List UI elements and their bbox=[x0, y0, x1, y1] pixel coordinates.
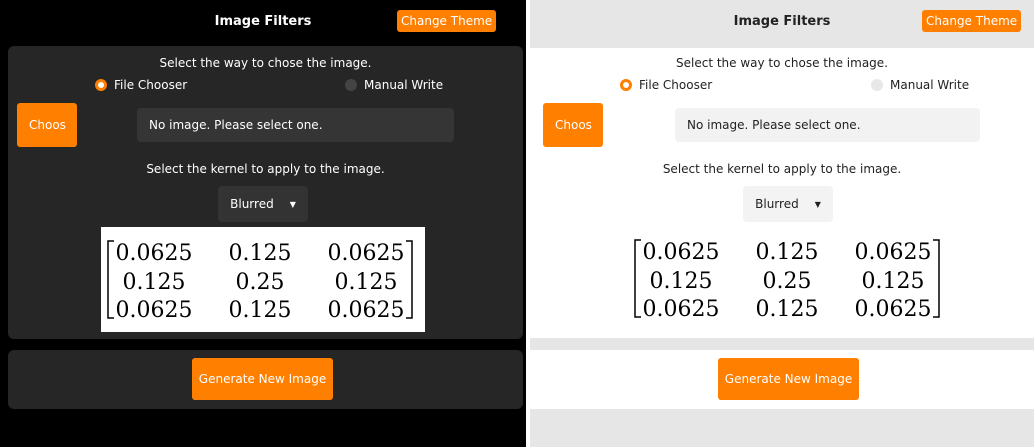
matrix-cell: 0.125 bbox=[862, 269, 925, 294]
kernel-prompt: Select the kernel to apply to the image. bbox=[146, 162, 385, 176]
kernel-select[interactable]: Blurred ▼ bbox=[743, 186, 833, 222]
image-selection-card: Select the way to chose the image. File … bbox=[530, 48, 1034, 338]
matrix-cell: 0.125 bbox=[756, 297, 819, 322]
choose-file-button[interactable]: Choos bbox=[543, 103, 603, 147]
matrix-cell: 0.0625 bbox=[116, 241, 193, 266]
file-status-field: No image. Please select one. bbox=[675, 108, 980, 142]
left-bracket bbox=[634, 239, 641, 318]
matrix-cell: 0.125 bbox=[650, 269, 713, 294]
matrix-cell: 0.0625 bbox=[855, 240, 932, 265]
image-selection-card: Select the way to chose the image. File … bbox=[8, 46, 523, 339]
matrix-cell: 0.125 bbox=[229, 298, 292, 323]
matrix-cell: 0.0625 bbox=[116, 298, 193, 323]
matrix-cell: 0.125 bbox=[756, 240, 819, 265]
radio-label: Manual Write bbox=[364, 78, 444, 92]
radio-file-chooser[interactable]: File Chooser bbox=[95, 78, 187, 92]
change-theme-button[interactable]: Change Theme bbox=[397, 10, 497, 32]
light-theme-panel: Image Filters Change Theme Select the wa… bbox=[530, 0, 1034, 447]
radio-selected-icon bbox=[95, 79, 107, 91]
matrix-cell: 0.0625 bbox=[328, 241, 405, 266]
matrix-cell: 0.125 bbox=[123, 270, 186, 295]
dark-theme-panel: Image Filters Change Theme Select the wa… bbox=[0, 0, 526, 447]
kernel-select[interactable]: Blurred ▼ bbox=[218, 186, 308, 222]
radio-unselected-icon bbox=[871, 79, 883, 91]
matrix-cell: 0.25 bbox=[236, 270, 285, 295]
kernel-select-value: Blurred bbox=[755, 197, 799, 211]
left-bracket bbox=[107, 240, 114, 319]
source-prompt: Select the way to chose the image. bbox=[159, 56, 372, 70]
radio-manual-write[interactable]: Manual Write bbox=[345, 78, 443, 92]
generate-card: Generate New Image bbox=[8, 350, 523, 409]
source-prompt: Select the way to chose the image. bbox=[676, 56, 888, 70]
kernel-matrix-svg: 0.0625 0.125 0.0625 0.125 0.25 0.125 0.0… bbox=[634, 239, 940, 322]
generate-image-button[interactable]: Generate New Image bbox=[192, 358, 333, 400]
right-bracket bbox=[406, 240, 413, 319]
caret-down-icon: ▼ bbox=[814, 199, 821, 209]
matrix-cell: 0.125 bbox=[229, 241, 292, 266]
kernel-prompt: Select the kernel to apply to the image. bbox=[662, 162, 902, 176]
matrix-cell: 0.25 bbox=[763, 269, 812, 294]
kernel-matrix: 0.0625 0.125 0.0625 0.125 0.25 0.125 0.0… bbox=[101, 227, 425, 332]
generate-image-button[interactable]: Generate New Image bbox=[718, 358, 859, 400]
radio-manual-write[interactable]: Manual Write bbox=[871, 78, 969, 92]
matrix-cell: 0.0625 bbox=[643, 297, 720, 322]
matrix-cell: 0.125 bbox=[335, 270, 398, 295]
change-theme-button[interactable]: Change Theme bbox=[922, 10, 1022, 32]
radio-label: Manual Write bbox=[890, 78, 970, 92]
generate-card: Generate New Image bbox=[530, 350, 1034, 409]
kernel-matrix: 0.0625 0.125 0.0625 0.125 0.25 0.125 0.0… bbox=[628, 226, 952, 331]
matrix-cell: 0.0625 bbox=[328, 298, 405, 323]
matrix-cell: 0.0625 bbox=[643, 240, 720, 265]
app-header: Image Filters Change Theme bbox=[0, 0, 526, 44]
choose-file-button[interactable]: Choos bbox=[17, 103, 77, 147]
radio-file-chooser[interactable]: File Chooser bbox=[620, 78, 712, 92]
matrix-cell: 0.0625 bbox=[855, 297, 932, 322]
radio-unselected-icon bbox=[345, 79, 357, 91]
kernel-matrix-svg: 0.0625 0.125 0.0625 0.125 0.25 0.125 0.0… bbox=[107, 240, 413, 323]
kernel-select-value: Blurred bbox=[230, 197, 274, 211]
caret-down-icon: ▼ bbox=[289, 199, 296, 209]
right-bracket bbox=[933, 239, 940, 318]
radio-label: File Chooser bbox=[114, 78, 188, 92]
radio-label: File Chooser bbox=[639, 78, 713, 92]
file-status-field: No image. Please select one. bbox=[137, 108, 454, 142]
radio-selected-icon bbox=[620, 79, 632, 91]
app-header: Image Filters Change Theme bbox=[530, 0, 1034, 44]
